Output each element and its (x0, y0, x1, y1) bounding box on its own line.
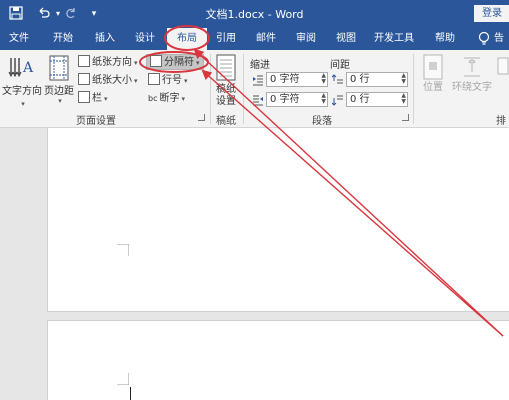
window-title: 文档1.docx - Word (205, 8, 304, 21)
tab-view[interactable]: 视图 (330, 28, 362, 50)
margins-dropdown-icon: ▾ (58, 97, 62, 105)
group-separator (243, 54, 244, 124)
margins-icon (44, 54, 74, 84)
tab-layout[interactable]: 布局 (167, 28, 207, 50)
manuscript-settings-button[interactable]: 稿纸 设置 (212, 54, 240, 108)
manuscript-label-2: 设置 (216, 96, 236, 107)
manuscript-label-1: 稿纸 (216, 84, 236, 95)
position-button[interactable]: 位置 (416, 54, 450, 94)
indent-left-input[interactable]: 0 字符 ▲ ▼ (266, 72, 328, 87)
spacing-after-input[interactable]: 0 行 ▲ ▼ (346, 92, 408, 107)
svg-text:A: A (22, 60, 34, 76)
position-icon (422, 54, 444, 80)
ribbon-tab-bar: 文件 开始 插入 设计 布局 引用 邮件 审阅 视图 开发工具 帮助 告 (0, 28, 509, 50)
hyphenation-icon: bc (148, 94, 158, 103)
manuscript-icon (215, 54, 237, 82)
crop-mark (117, 244, 129, 256)
text-direction-label: 文字方向▾ (2, 86, 42, 108)
login-button[interactable]: 登录 (474, 5, 509, 22)
page-setup-group-label: 页面设置 (76, 116, 116, 127)
lightbulb-icon[interactable] (478, 31, 492, 47)
group-separator (413, 54, 414, 124)
document-page-1[interactable] (47, 128, 509, 312)
group-separator (210, 54, 211, 124)
line-numbers-icon (148, 73, 160, 85)
tell-me-label[interactable]: 告 (494, 28, 504, 50)
line-numbers-button[interactable]: 行号 ▾ (148, 73, 188, 89)
orientation-button[interactable]: 纸张方向 ▾ (78, 55, 138, 71)
tab-home[interactable]: 开始 (46, 28, 80, 50)
spacing-after-icon (331, 94, 344, 109)
tab-help[interactable]: 帮助 (428, 28, 462, 50)
ribbon-panel: A 文字方向▾ 页边距 ▾ 纸张方向 ▾ 纸张大小 ▾ 栏 ▾ 分隔符 ▾ 行号 ▾ bc… (0, 50, 509, 128)
breaks-button[interactable]: 分隔符 ▾ (146, 54, 204, 70)
wrap-text-button[interactable]: 环绕文字 (450, 54, 494, 94)
size-icon (78, 73, 90, 85)
text-direction-button[interactable]: A 文字方向▾ (2, 54, 42, 110)
arrange-more-icon (497, 54, 509, 80)
title-bar: ▾ ▾ 文档1.docx - Word 登录 (0, 0, 509, 28)
columns-button[interactable]: 栏 ▾ (78, 91, 108, 107)
columns-icon (78, 91, 90, 103)
indent-left-icon (252, 74, 264, 89)
arrange-more-button[interactable] (494, 54, 509, 80)
spacing-before-icon (331, 74, 344, 89)
document-area[interactable] (0, 128, 509, 400)
arrange-group-label: 排 (496, 116, 506, 127)
hyphenation-button[interactable]: bc 断字 ▾ (148, 91, 185, 107)
text-cursor (130, 387, 131, 400)
paragraph-group-label: 段落 (312, 116, 332, 127)
tab-insert[interactable]: 插入 (88, 28, 122, 50)
page-setup-launcher-icon[interactable] (198, 114, 205, 121)
indent-right-icon (252, 94, 264, 109)
size-button[interactable]: 纸张大小 ▾ (78, 73, 138, 89)
wrap-text-icon (461, 54, 483, 80)
tab-design[interactable]: 设计 (128, 28, 162, 50)
breaks-icon (150, 55, 162, 67)
tab-mailings[interactable]: 邮件 (250, 28, 282, 50)
margins-button[interactable]: 页边距 ▾ (42, 54, 76, 105)
tab-file[interactable]: 文件 (4, 28, 34, 50)
orientation-icon (78, 55, 90, 67)
tab-review[interactable]: 审阅 (290, 28, 322, 50)
tab-references[interactable]: 引用 (210, 28, 242, 50)
wrap-text-label: 环绕文字 (452, 82, 492, 93)
position-label: 位置 (423, 82, 443, 93)
indent-right-input[interactable]: 0 字符 ▲ ▼ (266, 92, 328, 107)
manuscript-group-label: 稿纸 (216, 116, 236, 127)
text-direction-icon: A (7, 54, 37, 84)
indent-header: 缩进 (250, 60, 270, 71)
document-page-2[interactable] (47, 320, 509, 400)
crop-mark (117, 373, 129, 385)
spacing-before-input[interactable]: 0 行 ▲ ▼ (346, 72, 408, 87)
tab-developer[interactable]: 开发工具 (370, 28, 418, 50)
paragraph-launcher-icon[interactable] (402, 114, 409, 121)
spacing-header: 间距 (330, 60, 350, 71)
